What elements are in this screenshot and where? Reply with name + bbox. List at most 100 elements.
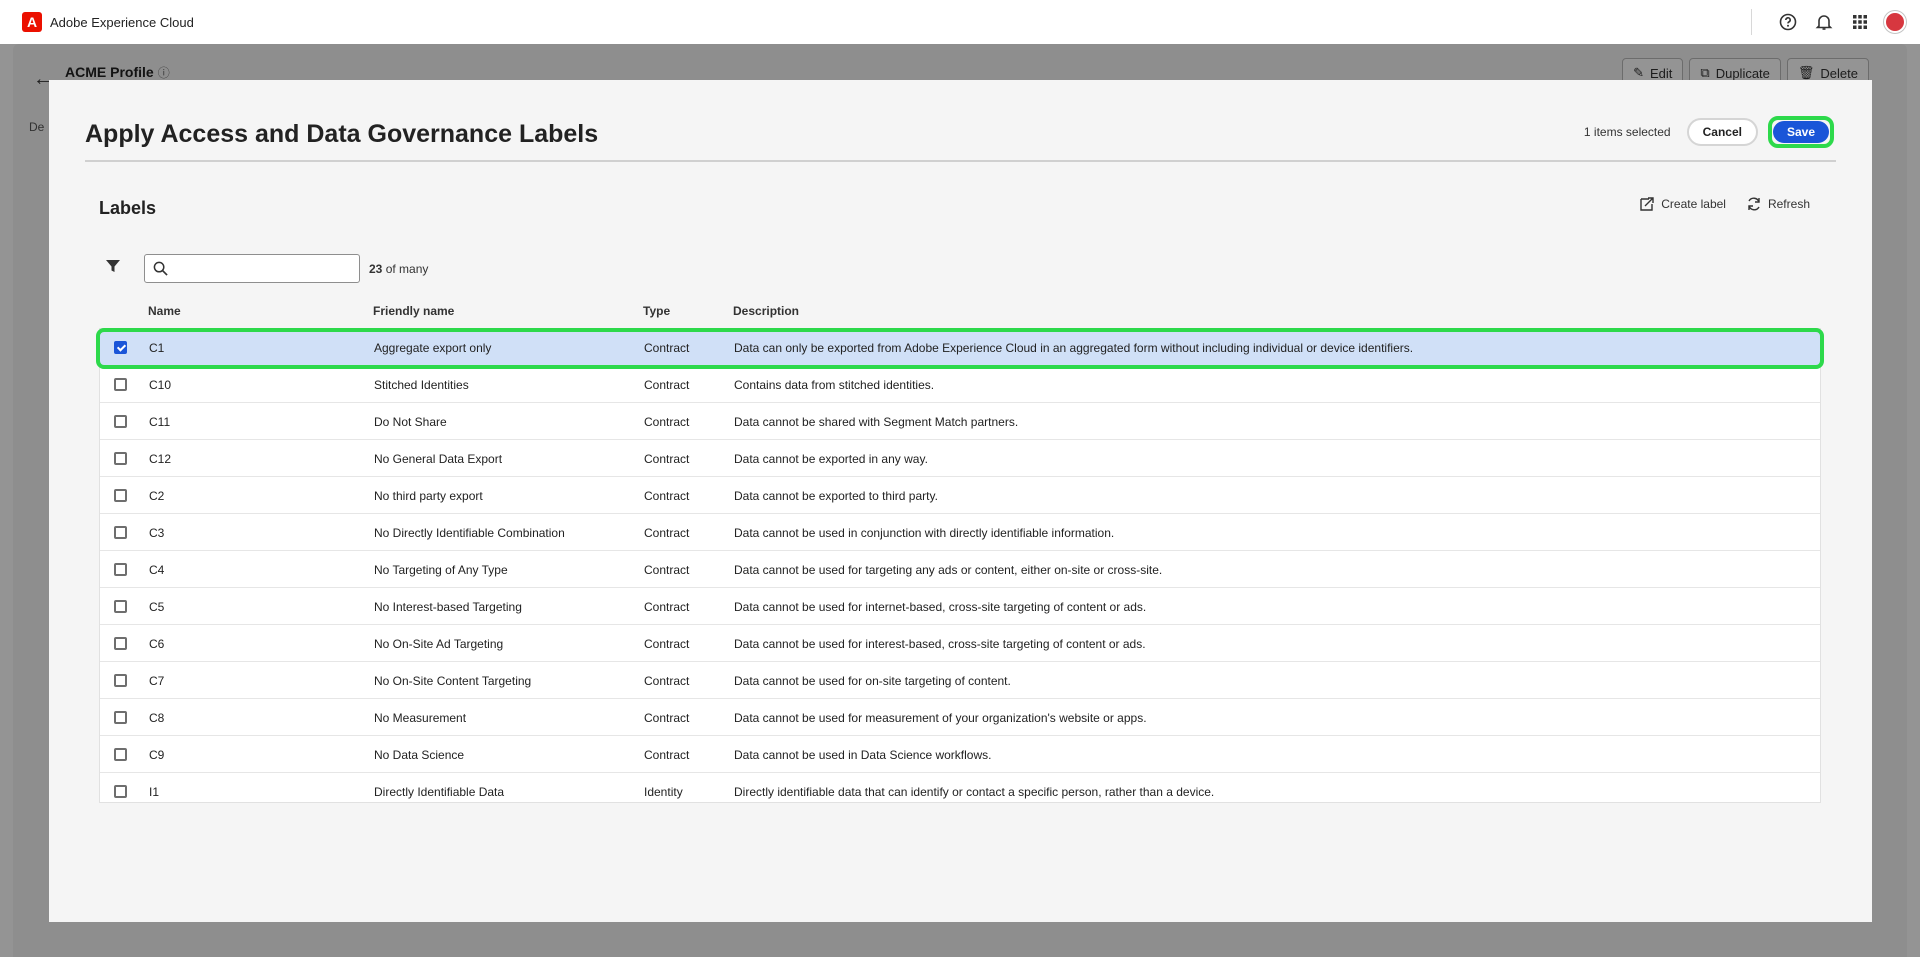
help-icon[interactable] bbox=[1770, 4, 1806, 40]
cell-description: Data cannot be exported to third party. bbox=[734, 489, 938, 503]
divider bbox=[85, 160, 1836, 162]
row-checkbox[interactable] bbox=[114, 378, 127, 391]
row-checkbox[interactable] bbox=[114, 748, 127, 761]
cell-description: Contains data from stitched identities. bbox=[734, 378, 935, 392]
cell-description: Data cannot be exported in any way. bbox=[734, 452, 928, 466]
bell-icon[interactable] bbox=[1806, 4, 1842, 40]
table-row[interactable]: C6 No On-Site Ad Targeting Contract Data ca… bbox=[100, 625, 1820, 662]
cell-type: Contract bbox=[644, 600, 690, 614]
apps-grid-icon[interactable] bbox=[1842, 4, 1878, 40]
table-row[interactable]: I1 Directly Identifiable Data Identity Dire… bbox=[100, 773, 1820, 802]
cell-description: Data can only be exported from Adobe Exp… bbox=[734, 341, 1414, 355]
table-header: Name Friendly name Type Description bbox=[99, 302, 1821, 322]
column-header-type[interactable]: Type bbox=[643, 304, 670, 318]
table-row[interactable]: C2 No third party export Contract Data cann… bbox=[100, 477, 1820, 514]
cell-name: C2 bbox=[149, 489, 165, 503]
cell-type: Contract bbox=[644, 526, 690, 540]
row-checkbox[interactable] bbox=[114, 711, 127, 724]
brand-name: Adobe Experience Cloud bbox=[50, 14, 194, 30]
cell-description: Data cannot be shared with Segment Match… bbox=[734, 415, 1019, 429]
cell-type: Contract bbox=[644, 489, 690, 503]
cell-friendly-name: Aggregate export only bbox=[374, 341, 492, 355]
items-selected-count: 1 items selected bbox=[1583, 125, 1671, 139]
table-row[interactable]: C1 Aggregate export only Contract Data can … bbox=[100, 329, 1820, 366]
cell-friendly-name: No third party export bbox=[374, 489, 483, 503]
labels-dialog: Apply Access and Data Governance Labels … bbox=[49, 80, 1872, 922]
column-header-name[interactable]: Name bbox=[148, 304, 181, 318]
cell-friendly-name: No On-Site Ad Targeting bbox=[374, 637, 504, 651]
cell-description: Data cannot be used for internet-based, … bbox=[734, 600, 1147, 614]
cell-name: C3 bbox=[149, 526, 165, 540]
save-button[interactable]: Save bbox=[1772, 121, 1829, 143]
row-checkbox[interactable] bbox=[114, 563, 127, 576]
row-checkbox[interactable] bbox=[114, 637, 127, 650]
labels-table: C1 Aggregate export only Contract Data can … bbox=[99, 328, 1821, 803]
row-checkbox[interactable] bbox=[114, 526, 127, 539]
row-checkbox[interactable] bbox=[114, 452, 127, 465]
cell-type: Contract bbox=[644, 674, 690, 688]
cell-name: C6 bbox=[149, 637, 165, 651]
row-checkbox[interactable] bbox=[114, 341, 127, 354]
search-field[interactable] bbox=[144, 254, 360, 283]
dialog-actions: 1 items selected Cancel Save bbox=[1584, 116, 1834, 148]
row-checkbox[interactable] bbox=[114, 600, 127, 613]
refresh-button[interactable]: Refresh bbox=[1746, 196, 1810, 212]
row-checkbox[interactable] bbox=[114, 415, 127, 428]
cancel-button[interactable]: Cancel bbox=[1686, 118, 1758, 146]
table-row[interactable]: C8 No Measurement Contract Data cannot be u… bbox=[100, 699, 1820, 736]
create-label-icon bbox=[1640, 197, 1654, 211]
cell-name: C8 bbox=[149, 711, 165, 725]
cell-friendly-name: No Interest-based Targeting bbox=[374, 600, 522, 614]
table-row[interactable]: C11 Do Not Share Contract Data cannot be sh… bbox=[100, 403, 1820, 440]
table-row[interactable]: C12 No General Data Export Contract Data ca… bbox=[100, 440, 1820, 477]
cell-type: Contract bbox=[644, 341, 690, 355]
cell-friendly-name: Stitched Identities bbox=[374, 378, 469, 392]
cell-name: C11 bbox=[149, 415, 171, 429]
row-checkbox[interactable] bbox=[114, 785, 127, 798]
cell-name: C7 bbox=[149, 674, 165, 688]
cell-type: Contract bbox=[644, 711, 690, 725]
top-bar: A Adobe Experience Cloud bbox=[0, 0, 1920, 44]
cell-description: Data cannot be used for interest-based, … bbox=[734, 637, 1146, 651]
table-row[interactable]: C9 No Data Science Contract Data cannot be … bbox=[100, 736, 1820, 773]
cell-type: Contract bbox=[644, 637, 690, 651]
avatar[interactable] bbox=[1884, 11, 1906, 33]
table-row[interactable]: C7 No On-Site Content Targeting Contract Da… bbox=[100, 662, 1820, 699]
search-input[interactable] bbox=[174, 261, 359, 276]
cell-description: Data cannot be used in conjunction with … bbox=[734, 526, 1115, 540]
create-label-button[interactable]: Create label bbox=[1639, 196, 1726, 212]
cell-friendly-name: No Directly Identifiable Combination bbox=[374, 526, 565, 540]
row-checkbox[interactable] bbox=[114, 674, 127, 687]
cell-name: C4 bbox=[149, 563, 165, 577]
cell-friendly-name: No Measurement bbox=[374, 711, 467, 725]
cell-description: Directly identifiable data that can iden… bbox=[734, 785, 1215, 799]
filter-icon[interactable] bbox=[105, 258, 121, 274]
table-row[interactable]: C10 Stitched Identities Contract Contains d… bbox=[100, 366, 1820, 403]
divider bbox=[1751, 9, 1752, 35]
section-actions: Create label Refresh bbox=[1639, 196, 1810, 212]
cell-friendly-name: No On-Site Content Targeting bbox=[374, 674, 532, 688]
result-count: 23 of many bbox=[369, 262, 429, 276]
cell-name: C10 bbox=[149, 378, 172, 392]
cell-type: Contract bbox=[644, 415, 690, 429]
row-checkbox[interactable] bbox=[114, 489, 127, 502]
column-header-description[interactable]: Description bbox=[733, 304, 799, 318]
cell-friendly-name: No Data Science bbox=[374, 748, 465, 762]
column-header-friendly-name[interactable]: Friendly name bbox=[373, 304, 454, 318]
adobe-logo-icon: A bbox=[22, 12, 42, 32]
cell-name: C5 bbox=[149, 600, 165, 614]
table-row[interactable]: C5 No Interest-based Targeting Contract Dat… bbox=[100, 588, 1820, 625]
cell-friendly-name: Do Not Share bbox=[374, 415, 447, 429]
table-row[interactable]: C3 No Directly Identifiable Combination Co… bbox=[100, 514, 1820, 551]
refresh-icon bbox=[1748, 197, 1760, 211]
cell-name: I1 bbox=[149, 785, 160, 799]
section-title: Labels bbox=[99, 198, 157, 218]
cell-friendly-name: No General Data Export bbox=[374, 452, 503, 466]
save-button-highlight: Save bbox=[1767, 116, 1834, 148]
cell-type: Contract bbox=[644, 378, 690, 392]
cell-type: Identity bbox=[644, 785, 683, 799]
top-icons bbox=[1751, 0, 1906, 44]
brand[interactable]: A Adobe Experience Cloud bbox=[22, 12, 194, 32]
cell-type: Contract bbox=[644, 452, 690, 466]
table-row[interactable]: C4 No Targeting of Any Type Contract Data c… bbox=[100, 551, 1820, 588]
